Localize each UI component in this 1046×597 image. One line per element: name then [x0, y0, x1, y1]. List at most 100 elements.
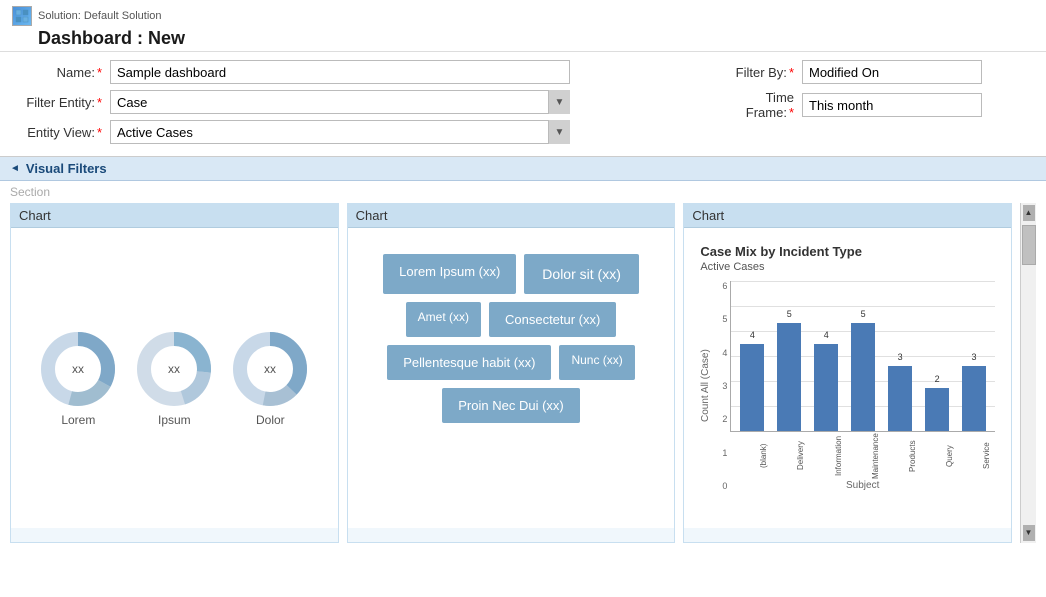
bar-query-value: 2	[925, 374, 949, 384]
x-label-products: Products	[883, 434, 917, 478]
y-tick-5: 5	[722, 314, 727, 324]
donut-container: xx Lorem xx Ipsum	[21, 329, 328, 427]
visual-filters-title: Visual Filters	[26, 161, 107, 176]
entity-view-label: Entity View:*	[12, 125, 102, 140]
bar-products-bar	[888, 366, 912, 431]
x-labels: (blank) Delivery Information Maintenance…	[730, 434, 995, 478]
x-label-maintenance: Maintenance	[846, 434, 880, 478]
solution-label: Solution: Default Solution	[12, 6, 1034, 26]
donut-item-dolor: xx Dolor	[230, 329, 310, 427]
x-label-information: Information	[809, 434, 843, 478]
bar-chart-wrap: Case Mix by Incident Type Active Cases C…	[692, 236, 1003, 516]
tag-cloud: Lorem Ipsum (xx) Dolor sit (xx) Amet (xx…	[356, 244, 667, 433]
bar-delivery-value: 5	[777, 309, 801, 319]
tag-lorem-ipsum: Lorem Ipsum (xx)	[383, 254, 516, 294]
tag-consectetur: Consectetur (xx)	[489, 302, 616, 337]
donut-svg-dolor: xx	[230, 329, 310, 409]
tag-pellentesque: Pellentesque habit (xx)	[387, 345, 551, 380]
tag-amet: Amet (xx)	[406, 302, 481, 337]
y-axis-label: Count All (Case)	[700, 281, 716, 491]
filter-entity-label: Filter Entity:*	[12, 95, 102, 110]
time-frame-row: Time Frame:*	[714, 90, 1034, 120]
charts-container: Chart xx Lorem	[0, 203, 1046, 553]
bar-delivery: 5	[772, 285, 806, 431]
scrollbar-thumb[interactable]	[1022, 225, 1036, 265]
bar-service-inner: 3	[962, 366, 986, 431]
y-tick-4: 4	[722, 348, 727, 358]
donut-svg-lorem: xx	[38, 329, 118, 409]
x-label-delivery: Delivery	[771, 434, 805, 478]
y-tick-0: 0	[722, 481, 727, 491]
scrollbar-down[interactable]: ▼	[1023, 525, 1035, 541]
filter-entity-select[interactable]: Case	[110, 90, 570, 114]
donut-label-dolor: Dolor	[256, 413, 285, 427]
solution-text: Solution: Default Solution	[38, 10, 162, 22]
bar-delivery-inner: 5	[777, 323, 801, 431]
solution-icon	[12, 6, 32, 26]
bar-query-bar	[925, 388, 949, 431]
tag-row-4: Proin Nec Dui (xx)	[366, 388, 657, 423]
form-left: Name:* Filter Entity:* Case ▼ Entity Vie…	[12, 60, 694, 144]
tag-row-3: Pellentesque habit (xx) Nunc (xx)	[366, 345, 657, 380]
bar-service-bar	[962, 366, 986, 431]
bar-query: 2	[920, 285, 954, 431]
bars-column: 4 5	[730, 281, 995, 491]
bar-blank-inner: 4	[740, 344, 764, 431]
name-label: Name:*	[12, 65, 102, 80]
donut-svg-ipsum: xx	[134, 329, 214, 409]
donut-label-ipsum: Ipsum	[158, 413, 191, 427]
visual-filters-header[interactable]: ◄ Visual Filters	[0, 157, 1046, 181]
bar-information: 4	[809, 285, 843, 431]
bar-maintenance-bar	[851, 323, 875, 431]
filter-entity-select-wrap: Case ▼	[110, 90, 570, 114]
bars-area: 4 5	[730, 281, 995, 432]
bar-chart-subtitle: Active Cases	[700, 261, 995, 273]
bar-maintenance-inner: 5	[851, 323, 875, 431]
scrollbar[interactable]: ▲ ▼	[1020, 203, 1036, 543]
chart-panel-3: Chart Case Mix by Incident Type Active C…	[683, 203, 1012, 543]
tag-row-1: Lorem Ipsum (xx) Dolor sit (xx)	[366, 254, 657, 294]
chart-3-header: Chart	[684, 204, 1011, 228]
bar-blank: 4	[735, 285, 769, 431]
time-frame-input[interactable]	[802, 93, 982, 117]
filter-by-input[interactable]	[802, 60, 982, 84]
bar-information-value: 4	[814, 330, 838, 340]
y-tick-3: 3	[722, 381, 727, 391]
y-tick-6: 6	[722, 281, 727, 291]
filter-by-row: Filter By:*	[714, 60, 1034, 84]
tag-row-2: Amet (xx) Consectetur (xx)	[366, 302, 657, 337]
name-input[interactable]	[110, 60, 570, 84]
bar-maintenance-value: 5	[851, 309, 875, 319]
entity-view-select[interactable]: Active Cases	[110, 120, 570, 144]
entity-view-select-wrap: Active Cases ▼	[110, 120, 570, 144]
bar-chart-area: Count All (Case) 6 5 4 3 2 1	[700, 281, 995, 491]
bar-blank-bar	[740, 344, 764, 431]
donut-item-ipsum: xx Ipsum	[134, 329, 214, 427]
chart-1-header: Chart	[11, 204, 338, 228]
bar-service-value: 3	[962, 352, 986, 362]
bar-service: 3	[957, 285, 991, 431]
svg-text:xx: xx	[72, 362, 84, 376]
y-tick-2: 2	[722, 414, 727, 424]
x-axis-title: Subject	[730, 480, 995, 491]
y-ticks: 6 5 4 3 2 1 0	[716, 281, 730, 491]
svg-text:xx: xx	[168, 362, 180, 376]
chart-panel-1: Chart xx Lorem	[10, 203, 339, 543]
scrollbar-up[interactable]: ▲	[1023, 205, 1035, 221]
bar-chart-title: Case Mix by Incident Type	[700, 244, 995, 259]
entity-view-row: Entity View:* Active Cases ▼	[12, 120, 694, 144]
time-frame-label: Time Frame:*	[714, 90, 794, 120]
bar-blank-value: 4	[740, 330, 764, 340]
name-row: Name:*	[12, 60, 694, 84]
chart-2-body: Lorem Ipsum (xx) Dolor sit (xx) Amet (xx…	[348, 228, 675, 528]
donuts-row: xx Lorem xx Ipsum	[38, 329, 310, 427]
bar-maintenance: 5	[846, 285, 880, 431]
visual-filters-section: ◄ Visual Filters Section Chart xx	[0, 156, 1046, 553]
bar-information-inner: 4	[814, 344, 838, 431]
x-label-blank: (blank)	[734, 434, 768, 478]
tag-dolor-sit: Dolor sit (xx)	[524, 254, 639, 294]
donut-label-lorem: Lorem	[61, 413, 95, 427]
bar-chart-inner: 6 5 4 3 2 1 0	[716, 281, 995, 491]
collapse-icon: ◄	[10, 163, 20, 174]
tag-proin: Proin Nec Dui (xx)	[442, 388, 579, 423]
